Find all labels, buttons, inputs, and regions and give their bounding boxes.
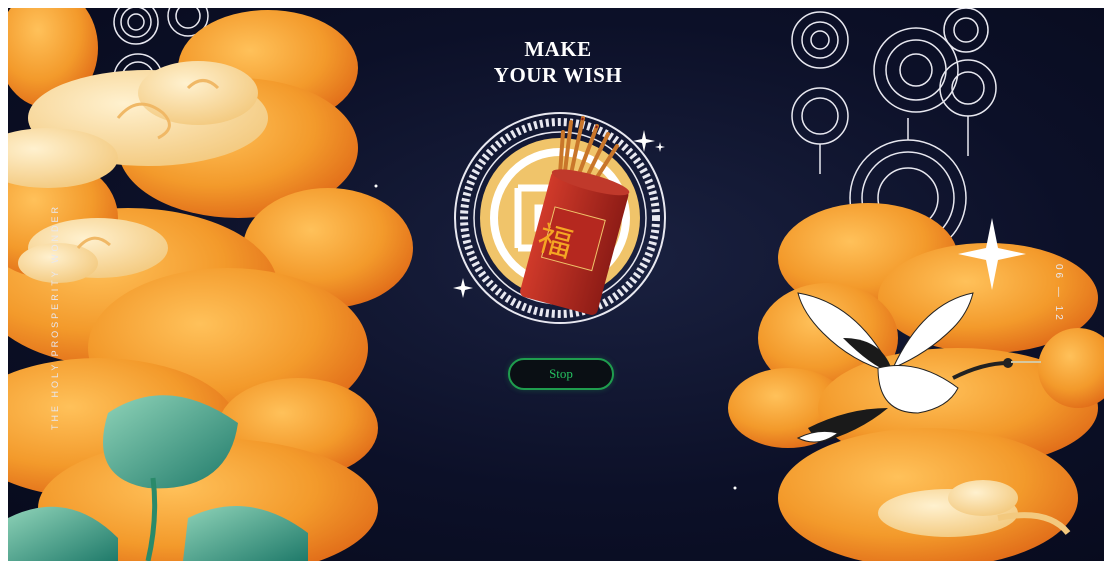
- title-line-2: YOUR WISH: [493, 63, 623, 87]
- stop-button[interactable]: Stop: [508, 358, 614, 390]
- title-line-1: MAKE: [524, 37, 592, 61]
- wish-stage: 福 MAKE YOUR WISH Stop THE HOLY PROSPERIT…: [8, 8, 1104, 561]
- page-title: MAKE YOUR WISH: [458, 36, 658, 88]
- side-caption-right: 06 — 12: [1053, 264, 1064, 323]
- side-caption-left: THE HOLY PROSPERITY WONDER: [50, 203, 60, 430]
- fortune-stick-cup-icon: [520, 116, 630, 315]
